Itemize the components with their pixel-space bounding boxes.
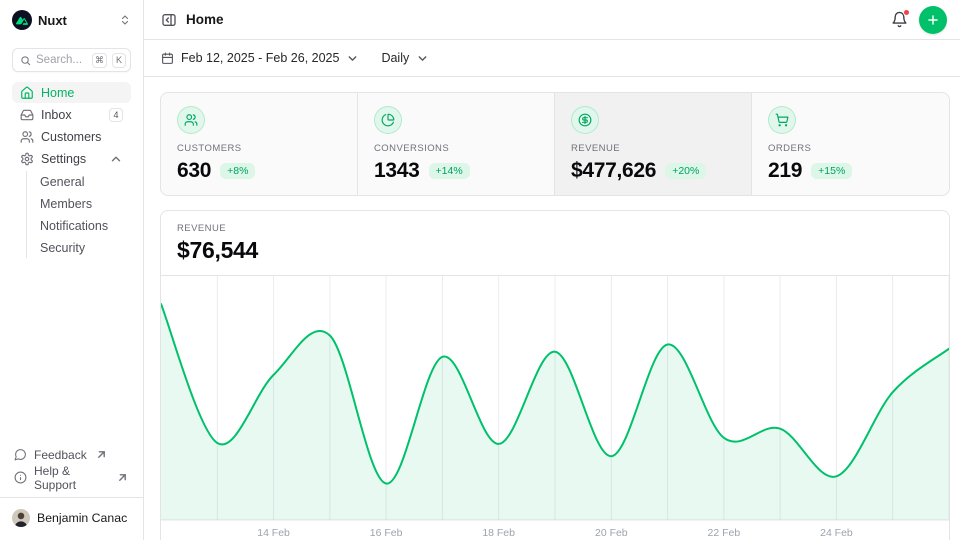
chart-metric-value: $76,544: [177, 237, 933, 264]
sidebar-subitem-security[interactable]: Security: [36, 237, 131, 258]
stat-value: $477,626: [571, 159, 656, 183]
users-icon: [177, 106, 205, 134]
sidebar-footer-links: Feedback Help & Support: [12, 444, 131, 488]
workspace-name: Nuxt: [38, 13, 67, 28]
message-icon: [14, 448, 27, 461]
kbd-meta: ⌘: [92, 53, 107, 68]
chevron-down-icon: [346, 52, 359, 65]
search-placeholder: Search...: [36, 54, 87, 66]
filters-toolbar: Feb 12, 2025 - Feb 26, 2025 Daily: [144, 40, 960, 77]
stat-delta-badge: +8%: [220, 163, 255, 179]
avatar: [12, 509, 30, 527]
stat-card-customers[interactable]: CUSTOMERS 630 +8%: [161, 93, 358, 196]
sidebar: Nuxt Search... ⌘ K Home Inbox 4 Customers Se…: [0, 0, 144, 540]
inbox-count-badge: 4: [109, 108, 123, 122]
stat-value: 219: [768, 159, 802, 183]
external-link-icon: [95, 448, 108, 461]
workspace-switcher[interactable]: Nuxt: [12, 8, 131, 32]
sidebar-item-settings[interactable]: Settings: [12, 148, 131, 169]
home-icon: [20, 86, 34, 100]
sidebar-item-label: Settings: [41, 152, 86, 166]
revenue-chart-card: REVENUE $76,544 14 Feb 16 Feb 18 Feb 20 Feb…: [160, 210, 950, 540]
plus-icon: [926, 13, 940, 27]
page-title: Home: [186, 12, 224, 27]
kbd-key: K: [112, 53, 126, 68]
stat-label: REVENUE: [571, 143, 735, 154]
notifications-button[interactable]: [891, 11, 908, 28]
page-content: CUSTOMERS 630 +8% CONVERSIONS 1343 +14% REVENU…: [144, 77, 960, 540]
app-window: Nuxt Search... ⌘ K Home Inbox 4 Customers Se…: [0, 0, 960, 540]
sidebar-subitem-members[interactable]: Members: [36, 193, 131, 214]
external-link-icon: [116, 471, 129, 484]
chevron-up-down-icon: [119, 14, 131, 26]
sidebar-item-label: Inbox: [41, 108, 72, 122]
users-icon: [20, 130, 34, 144]
sidebar-subitem-notifications[interactable]: Notifications: [36, 215, 131, 236]
sidebar-link-feedback[interactable]: Feedback: [12, 444, 131, 465]
chart-plot-area[interactable]: 14 Feb 16 Feb 18 Feb 20 Feb 22 Feb 24 Feb: [161, 276, 949, 540]
stat-value: 630: [177, 159, 211, 183]
stat-label: ORDERS: [768, 143, 933, 154]
settings-icon: [20, 152, 34, 166]
stat-card-conversions[interactable]: CONVERSIONS 1343 +14%: [358, 93, 555, 196]
sidebar-divider: [0, 497, 143, 498]
sidebar-subitem-general[interactable]: General: [36, 171, 131, 192]
sidebar-link-help-support[interactable]: Help & Support: [12, 467, 131, 488]
date-range-value: Feb 12, 2025 - Feb 26, 2025: [181, 51, 339, 65]
period-value: Daily: [381, 51, 409, 65]
stat-label: CUSTOMERS: [177, 143, 341, 154]
period-select[interactable]: Daily: [381, 51, 429, 65]
sidebar-link-label: Help & Support: [34, 464, 108, 492]
x-axis-tick-label: 14 Feb: [257, 528, 290, 539]
chevron-up-icon: [109, 152, 123, 166]
sidebar-subitem-label: Members: [40, 197, 92, 211]
sidebar-item-inbox[interactable]: Inbox 4: [12, 104, 131, 125]
chevron-down-icon: [416, 52, 429, 65]
chart-header: REVENUE $76,544: [161, 211, 949, 276]
stat-delta-badge: +14%: [429, 163, 470, 179]
stat-value: 1343: [374, 159, 420, 183]
sidebar-item-home[interactable]: Home: [12, 82, 131, 103]
x-axis-tick-label: 24 Feb: [820, 528, 853, 539]
chart-pie-icon: [374, 106, 402, 134]
calendar-icon: [161, 52, 174, 65]
notification-dot: [903, 9, 910, 16]
nuxt-logo-icon: [12, 10, 32, 30]
sidebar-item-customers[interactable]: Customers: [12, 126, 131, 147]
sidebar-subitem-label: Security: [40, 241, 85, 255]
sidebar-item-label: Customers: [41, 130, 101, 144]
search-input[interactable]: Search... ⌘ K: [12, 48, 131, 72]
date-range-picker[interactable]: Feb 12, 2025 - Feb 26, 2025: [161, 51, 359, 65]
search-icon: [20, 55, 31, 66]
page-header: Home: [144, 0, 960, 40]
revenue-area-chart: 14 Feb 16 Feb 18 Feb 20 Feb 22 Feb 24 Feb: [161, 276, 949, 540]
user-name: Benjamin Canac: [37, 511, 127, 525]
panel-left-close-icon[interactable]: [161, 12, 177, 28]
sidebar-subnav: General Members Notifications Security: [26, 171, 131, 258]
sidebar-item-label: Home: [41, 86, 74, 100]
info-icon: [14, 471, 27, 484]
user-menu[interactable]: Benjamin Canac: [12, 506, 131, 530]
x-axis-tick-label: 20 Feb: [595, 528, 628, 539]
add-button[interactable]: [919, 6, 947, 34]
main-area: Home Feb 12, 2025 - Feb 26, 2025 Daily: [144, 0, 960, 540]
stat-card-orders[interactable]: ORDERS 219 +15%: [752, 93, 949, 196]
inbox-icon: [20, 108, 34, 122]
x-axis-tick-label: 16 Feb: [370, 528, 403, 539]
x-axis-tick-label: 22 Feb: [708, 528, 741, 539]
sidebar-subitem-label: General: [40, 175, 84, 189]
chart-metric-label: REVENUE: [177, 223, 933, 234]
circle-dollar-icon: [571, 106, 599, 134]
sidebar-nav: Home Inbox 4 Customers Settings General Member…: [12, 82, 131, 259]
stat-delta-badge: +15%: [811, 163, 852, 179]
sidebar-subitem-label: Notifications: [40, 219, 108, 233]
cart-icon: [768, 106, 796, 134]
stat-card-revenue[interactable]: REVENUE $477,626 +20%: [555, 93, 752, 196]
stat-delta-badge: +20%: [665, 163, 706, 179]
stats-row: CUSTOMERS 630 +8% CONVERSIONS 1343 +14% REVENU…: [160, 92, 950, 196]
x-axis-tick-label: 18 Feb: [482, 528, 515, 539]
sidebar-link-label: Feedback: [34, 448, 87, 462]
stat-label: CONVERSIONS: [374, 143, 538, 154]
